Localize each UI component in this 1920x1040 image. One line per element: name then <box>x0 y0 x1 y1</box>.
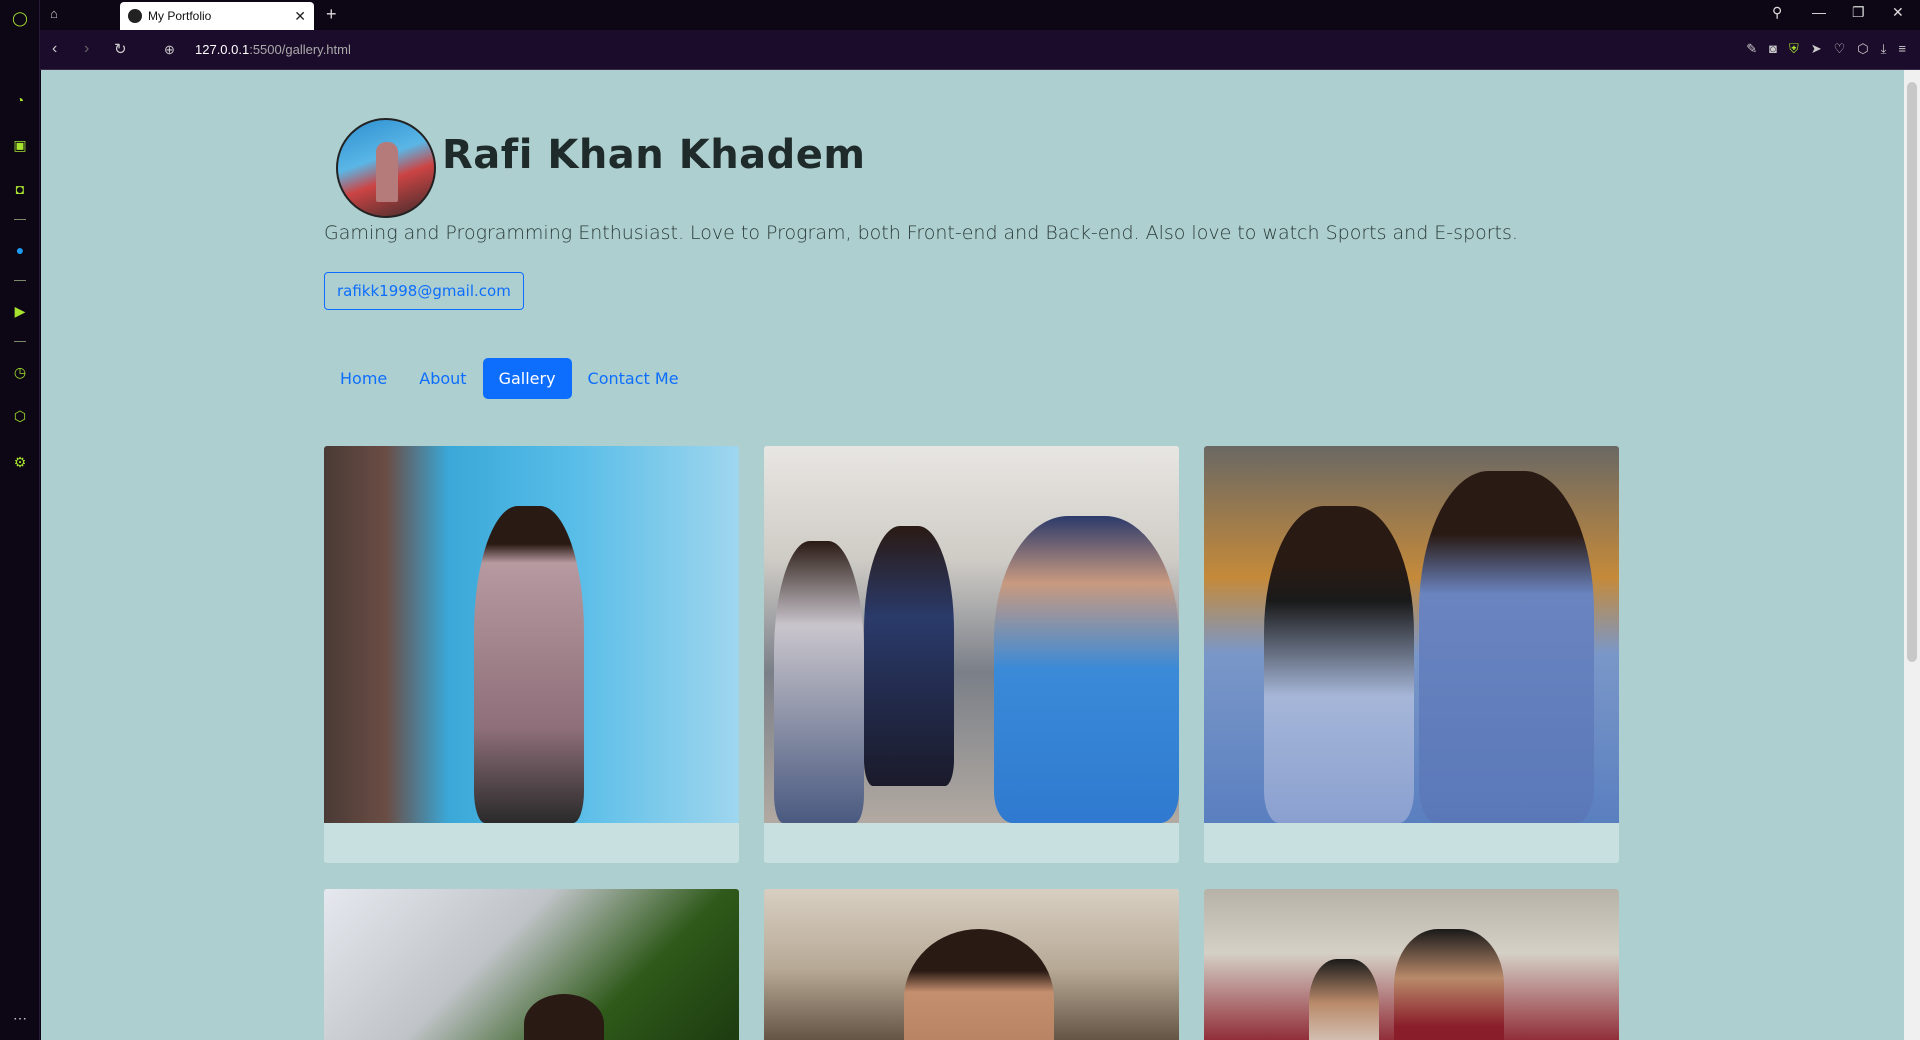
tab-my-portfolio[interactable]: My Portfolio ✕ <box>120 2 314 30</box>
gallery-photo[interactable] <box>324 446 739 823</box>
card-caption <box>764 823 1179 863</box>
gallery-card[interactable] <box>764 446 1179 863</box>
settings-icon[interactable]: ⚙ <box>10 452 30 472</box>
gallery-photo[interactable] <box>324 889 739 1040</box>
vpn-shield-icon[interactable]: ⛨ <box>1789 41 1799 57</box>
reload-icon[interactable]: ↻ <box>114 40 127 58</box>
card-caption <box>1204 823 1619 863</box>
url-host: 127.0.0.1 <box>195 42 250 57</box>
gallery-grid <box>324 446 1619 1040</box>
box-icon[interactable]: ⬡ <box>1857 41 1868 57</box>
search-tabs-icon[interactable]: ⚲ <box>1772 4 1782 21</box>
address-bar: ‹ › ↻ ⊕ 127.0.0.1:5500/gallery.html ✎ ◙ … <box>40 30 1920 70</box>
nav-pills: Home About Gallery Contact Me <box>324 358 695 399</box>
send-icon[interactable]: ➤ <box>1811 41 1822 57</box>
gallery-card[interactable] <box>324 889 739 1040</box>
snapshot-icon[interactable]: ◙ <box>1769 41 1777 57</box>
menu-icon[interactable]: ≡ <box>1898 41 1906 57</box>
sidebar-divider <box>14 219 26 220</box>
download-icon[interactable]: ⤓ <box>1881 41 1887 57</box>
new-tab-icon[interactable]: + <box>326 4 337 25</box>
nav-contact[interactable]: Contact Me <box>572 358 695 399</box>
tab-favicon-icon <box>128 9 142 23</box>
tab-title: My Portfolio <box>148 9 212 23</box>
close-window-icon[interactable]: ✕ <box>1892 4 1904 21</box>
history-icon[interactable]: ◷ <box>10 362 30 382</box>
avatar <box>336 118 436 218</box>
url-path: :5500/gallery.html <box>249 42 351 57</box>
extensions-icon[interactable]: ⬡ <box>10 406 30 426</box>
nav-about[interactable]: About <box>403 358 482 399</box>
sidebar-divider <box>14 280 26 281</box>
forward-icon[interactable]: › <box>84 40 89 58</box>
restore-icon[interactable]: ❐ <box>1852 4 1865 21</box>
gallery-card[interactable] <box>1204 889 1619 1040</box>
bio-text: Gaming and Programming Enthusiast. Love … <box>324 222 1518 244</box>
page-scrollbar[interactable] <box>1904 70 1920 1040</box>
minimize-icon[interactable]: — <box>1812 4 1826 20</box>
sidebar-divider <box>14 341 26 342</box>
gallery-photo[interactable] <box>1204 446 1619 823</box>
gallery-photo[interactable] <box>1204 889 1619 1040</box>
nav-gallery[interactable]: Gallery <box>482 358 572 399</box>
toolbar-tools: ✎ ◙ ⛨ ➤ ♡ ⬡ ⤓ ≡ <box>1746 41 1906 57</box>
gallery-photo[interactable] <box>764 889 1179 1040</box>
twitch-icon[interactable]: ◘ <box>10 179 30 199</box>
scrollbar-thumb[interactable] <box>1907 82 1917 662</box>
browser-sidebar: ◯ ◔ ▣ ◘ ● ▶ ◷ ⬡ ⚙ ⋯ <box>0 0 40 1040</box>
player-icon[interactable]: ▶ <box>10 301 30 321</box>
url-field[interactable]: 127.0.0.1:5500/gallery.html <box>195 42 351 57</box>
gallery-photo[interactable] <box>764 446 1179 823</box>
opera-logo-icon[interactable]: ◯ <box>10 8 30 28</box>
card-caption <box>324 823 739 863</box>
close-tab-icon[interactable]: ✕ <box>294 8 306 25</box>
twitter-icon[interactable]: ● <box>10 240 30 260</box>
gallery-card[interactable] <box>324 446 739 863</box>
avatar-figure <box>376 142 398 202</box>
edit-icon[interactable]: ✎ <box>1746 41 1757 57</box>
gallery-card[interactable] <box>764 889 1179 1040</box>
gamepad-icon[interactable]: ⌂ <box>50 6 58 21</box>
site-info-icon[interactable]: ⊕ <box>164 42 175 58</box>
email-button[interactable]: rafikk1998@gmail.com <box>324 272 524 310</box>
nav-home[interactable]: Home <box>324 358 403 399</box>
gx-control-icon[interactable]: ▣ <box>10 135 30 155</box>
heart-icon[interactable]: ♡ <box>1834 41 1846 57</box>
back-icon[interactable]: ‹ <box>52 40 57 58</box>
page-title: Rafi Khan Khadem <box>442 132 866 178</box>
page-content: Rafi Khan Khadem Gaming and Programming … <box>41 70 1904 1040</box>
tab-strip: ⌂ My Portfolio ✕ + ⚲ — ❐ ✕ <box>40 0 1920 30</box>
more-icon[interactable]: ⋯ <box>10 1008 30 1028</box>
speed-dial-icon[interactable]: ◔ <box>10 90 30 110</box>
gallery-card[interactable] <box>1204 446 1619 863</box>
